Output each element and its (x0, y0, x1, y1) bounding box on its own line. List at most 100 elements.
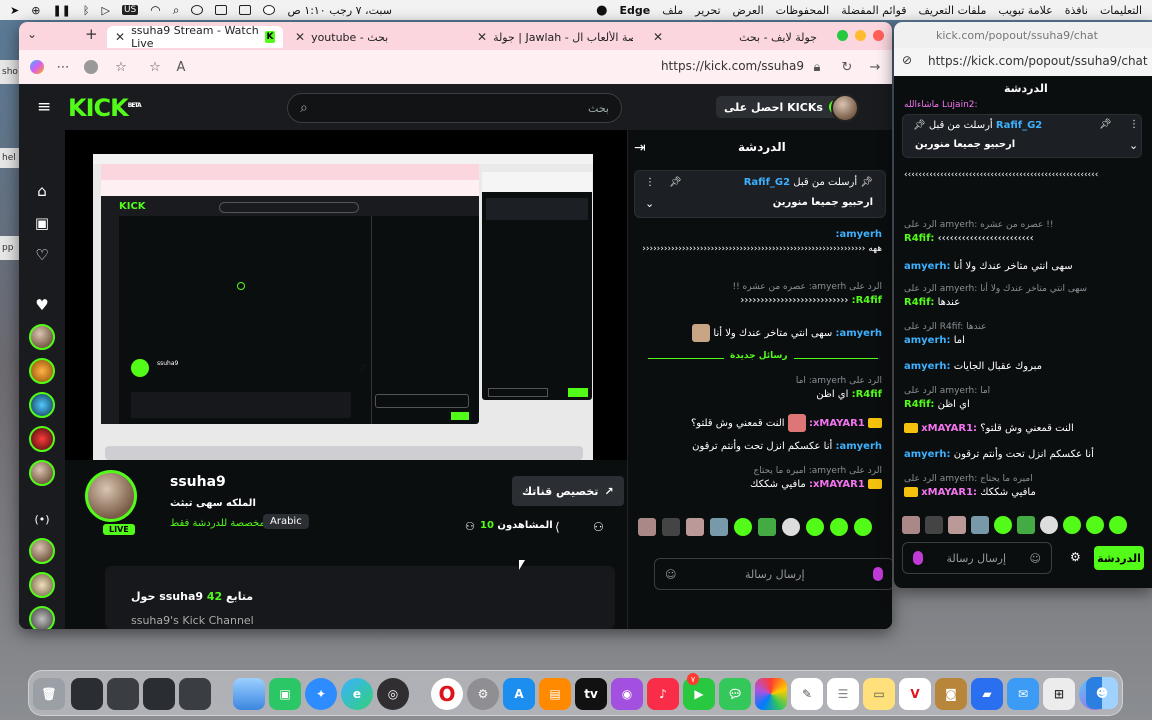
clock-text[interactable]: سبت، ٧ رجب ١:١٠ ص (287, 4, 391, 17)
follow-user-icon[interactable]: ⚇ (593, 520, 604, 534)
emote[interactable] (1086, 516, 1104, 534)
freeform-icon[interactable]: ✎ (791, 678, 823, 710)
play-icon[interactable]: ▷ (101, 4, 109, 17)
more-icon[interactable]: ⋯ (55, 59, 71, 75)
apple-icon[interactable]: ● (596, 3, 607, 18)
emoji-icon[interactable]: ☺ (665, 568, 676, 581)
close-tab-icon[interactable]: ✕ (115, 30, 125, 44)
chat-input[interactable]: ☺ إرسال رسالة (654, 558, 892, 590)
calendar-icon[interactable]: V (899, 678, 931, 710)
maximize-window-button[interactable] (837, 30, 848, 41)
menu-item-favorites[interactable]: قوائم المفضلة (841, 4, 906, 17)
video-player[interactable]: KICK ssuha9 (65, 130, 627, 464)
emote[interactable] (1040, 516, 1058, 534)
contacts-icon[interactable]: ◙ (935, 678, 967, 710)
obs-icon[interactable]: ◎ (377, 678, 409, 710)
menu-item-history[interactable]: المحفوظات (776, 4, 830, 17)
display-icon[interactable] (239, 5, 252, 15)
app-store-icon[interactable]: A (503, 678, 535, 710)
trash-icon[interactable]: 🗑︎ (33, 678, 65, 710)
emote[interactable] (994, 516, 1012, 534)
popout-pinned-message[interactable]: ⋮ 📌︎ 📌︎ أرسلت من قبل Rafif_G2 ارحبيو جمي… (902, 114, 1142, 158)
pause-icon[interactable]: ❚❚ (52, 4, 70, 17)
close-tab-icon[interactable]: ✕ (653, 30, 663, 44)
siri-icon[interactable] (191, 5, 204, 15)
screenshot-thumbnail[interactable] (179, 678, 211, 710)
emote[interactable] (734, 518, 752, 536)
tab-ssuha9-stream[interactable]: ✕ ssuha9 Stream - Watch Live K (107, 24, 283, 50)
menu-item-help[interactable]: التعليمات (1100, 4, 1142, 17)
forward-icon[interactable]: → (867, 59, 883, 75)
notes-icon[interactable]: ▭ (863, 678, 895, 710)
apple-tv-icon[interactable]: tv (575, 678, 607, 710)
opera-icon[interactable]: O (431, 678, 463, 710)
popout-url[interactable]: https://kick.com/popout/ssuha9/chat (928, 54, 1148, 68)
bluetooth-icon[interactable]: ᛒ (83, 4, 90, 17)
search-input[interactable]: ⌕ بحث (287, 93, 622, 123)
screenshot-thumbnail[interactable] (71, 678, 103, 710)
screenshot-thumbnail[interactable] (143, 678, 175, 710)
emote[interactable] (902, 516, 920, 534)
menu-item-view[interactable]: العرض (733, 4, 764, 17)
streamer-avatar[interactable] (85, 470, 137, 522)
more-icon[interactable]: ⋮ (1129, 119, 1139, 130)
emoji-icon[interactable]: ☺ (1030, 552, 1041, 565)
more-icon[interactable]: ⋮ (645, 177, 655, 188)
recommended-channel-avatar[interactable] (29, 538, 55, 564)
messages-app-icon[interactable]: ▣ (269, 678, 301, 710)
close-tab-icon[interactable]: ✕ (295, 30, 305, 44)
mail-icon[interactable]: ✉ (1007, 678, 1039, 710)
keyboard-us[interactable]: US (121, 5, 139, 15)
emote[interactable] (925, 516, 943, 534)
followed-channel-avatar[interactable] (29, 358, 55, 384)
hamburger-menu-icon[interactable]: ≡ (37, 97, 51, 117)
emote[interactable] (830, 518, 848, 536)
recommended-channel-avatar[interactable] (29, 572, 55, 598)
menubar-app-icon[interactable] (263, 5, 276, 15)
menu-item-tab[interactable]: علامة تبويب (998, 4, 1052, 17)
followed-heart-icon[interactable]: ♥ (33, 296, 51, 314)
podcasts-icon[interactable]: ◉ (611, 678, 643, 710)
minimize-window-button[interactable] (855, 30, 866, 41)
url-field[interactable]: https://kick.com/ssuha9 (661, 59, 804, 73)
edge-logo-icon[interactable] (29, 59, 45, 75)
read-aloud-icon[interactable]: A (173, 59, 189, 75)
favorite-add-icon[interactable]: ☆ (147, 59, 163, 75)
emote[interactable] (1063, 516, 1081, 534)
emote[interactable] (854, 518, 872, 536)
wifi-icon[interactable]: ◠ (150, 3, 160, 17)
edge-icon[interactable]: e (341, 678, 373, 710)
lock-icon[interactable]: ⊘ (902, 53, 912, 67)
streamer-name[interactable]: ssuha9 (170, 474, 226, 490)
pin-icon[interactable]: 📌︎ (669, 177, 682, 188)
photos-icon[interactable] (755, 678, 787, 710)
settings-gear-icon[interactable]: ⚙ (1070, 550, 1081, 564)
menu-item-edge[interactable]: Edge (620, 4, 651, 17)
location-icon[interactable]: ➤ (10, 4, 19, 17)
launchpad-icon[interactable]: ⊞ (1043, 678, 1075, 710)
tab-jawlah-live-search[interactable]: ✕ جولة لايف - بحث (645, 26, 825, 48)
reminders-icon[interactable]: ☰ (827, 678, 859, 710)
profile-icon[interactable] (83, 59, 99, 75)
popout-chat-input[interactable]: إرسال رسالة ☺ (902, 542, 1052, 574)
tab-jawlah[interactable]: ✕ جولة | Jawlah - منصة الألعاب ال (469, 26, 649, 48)
chevron-down-icon[interactable]: ⌄ (645, 197, 654, 210)
followed-channel-avatar[interactable] (29, 426, 55, 452)
customize-channel-button[interactable]: تخصيص قناتك ↗ (512, 476, 624, 506)
emote[interactable] (806, 518, 824, 536)
home-icon[interactable]: ⌂ (33, 182, 51, 200)
emote[interactable] (638, 518, 656, 536)
control-center-icon[interactable] (215, 5, 228, 15)
followed-channel-avatar[interactable] (29, 324, 55, 350)
share-icon[interactable]: ⟨ (555, 520, 560, 534)
lock-icon[interactable]: 🔒︎ (809, 59, 825, 75)
emote[interactable] (758, 518, 776, 536)
emote[interactable] (782, 518, 800, 536)
menu-item-profiles[interactable]: ملفات التعريف (919, 4, 987, 17)
kick-logo[interactable]: KICKBETA (68, 94, 142, 122)
menu-item-edit[interactable]: تحرير (695, 4, 720, 17)
emote[interactable] (971, 516, 989, 534)
new-tab-button[interactable]: + (85, 25, 98, 43)
search-icon[interactable]: ⌕ (173, 3, 180, 18)
emote[interactable] (710, 518, 728, 536)
